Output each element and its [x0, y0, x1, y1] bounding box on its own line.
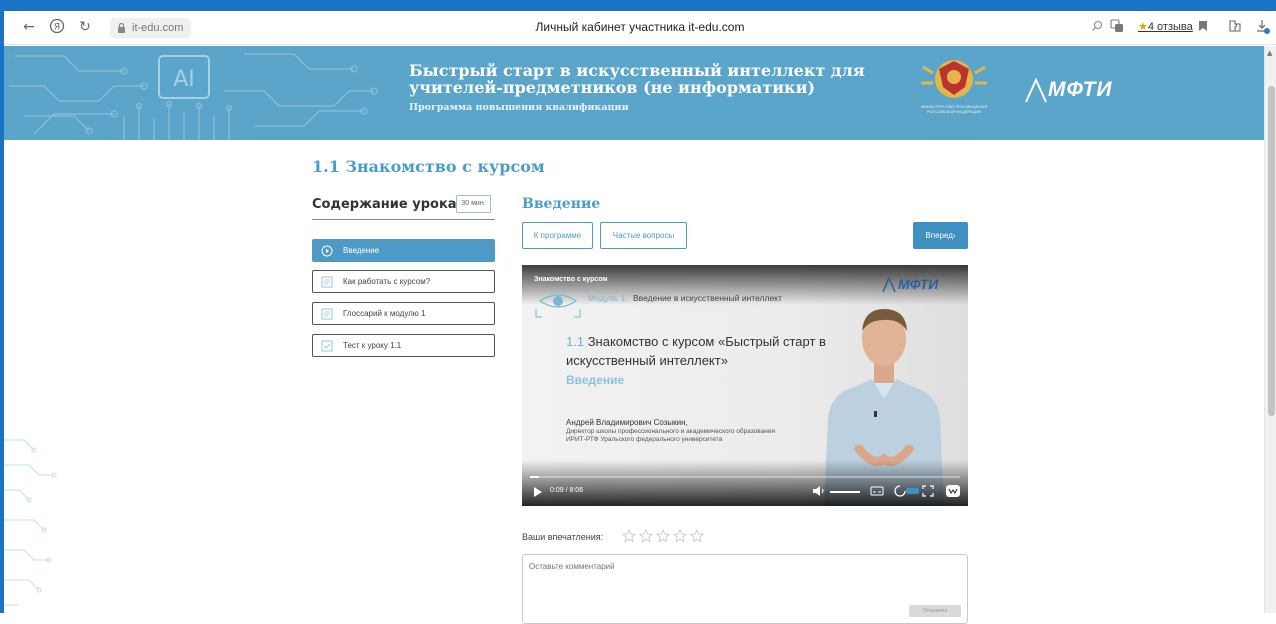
module-number: Модуль 1.	[588, 293, 628, 303]
document-icon	[321, 276, 333, 288]
scroll-thumb[interactable]	[1268, 86, 1275, 416]
video-subtitle: Введение	[566, 373, 625, 387]
star-icon[interactable]	[639, 529, 653, 543]
faq-button[interactable]: Частые вопросы	[600, 222, 687, 249]
downloads-icon[interactable]	[1254, 19, 1272, 37]
course-banner: AI Быстрый старт в искусственный интелле…	[4, 46, 1264, 140]
toc-item-label: Глоссарий к модулю 1	[343, 309, 426, 318]
ai-badge: AI	[173, 67, 195, 92]
toc-item-label: Введение	[343, 246, 380, 255]
course-title: Быстрый старт в искусственный интеллект …	[409, 61, 865, 97]
reviews-link[interactable]: ★4 отзыва	[1138, 20, 1193, 33]
toc-item-test[interactable]: Тест к уроку 1.1	[312, 334, 495, 357]
submit-comment-button[interactable]: Отправить	[909, 605, 961, 617]
toc-item-label: Как работать с курсом?	[343, 277, 431, 286]
course-subtitle: Программа повышения квалификации	[409, 102, 629, 113]
toc-item-how-to[interactable]: Как работать с курсом?	[312, 270, 495, 293]
module-name: Введение в искусственный интеллект	[633, 293, 782, 303]
speaker-role: Директор школы профессионального и акаде…	[566, 428, 776, 443]
star-icon: ★	[1138, 21, 1148, 33]
fullscreen-icon[interactable]	[922, 485, 934, 497]
star-icon[interactable]	[690, 529, 704, 543]
lesson-heading: 1.1 Знакомство с курсом	[312, 157, 545, 176]
browser-toolbar: ← Я ↻ it-edu.com Личный кабинет участник…	[4, 11, 1276, 45]
play-icon[interactable]	[533, 487, 543, 497]
toc-title: Содержание урока	[312, 197, 457, 212]
video-tag: Знакомство с курсом	[534, 276, 608, 283]
decorative-circuit-image	[4, 439, 57, 606]
subtitles-icon[interactable]	[870, 485, 884, 497]
video-title: 1.1 Знакомство с курсом «Быстрый старт в…	[566, 332, 826, 370]
bookmark-icon[interactable]	[1194, 19, 1212, 37]
speed-icon[interactable]	[894, 485, 920, 497]
section-title: Введение	[522, 196, 601, 212]
scroll-up-icon[interactable]: ▲	[1267, 49, 1272, 57]
mipt-logo-text: МФТИ	[1048, 78, 1113, 101]
video-time: 0:09 / 8:06	[550, 487, 584, 494]
divider	[312, 219, 495, 220]
page-scrollbar[interactable]: ▲	[1264, 46, 1276, 613]
ministry-emblem-icon	[921, 60, 987, 98]
checklist-icon	[321, 340, 333, 352]
next-button[interactable]: Вперед›	[913, 222, 968, 249]
eye-icon	[535, 294, 581, 318]
video-player[interactable]: Знакомство с курсом МФТИ Модуль 1. Введе…	[522, 265, 968, 506]
star-icon[interactable]	[656, 529, 670, 543]
play-circle-icon	[321, 245, 333, 257]
progress-fill	[530, 476, 539, 478]
translate-icon[interactable]	[1108, 19, 1126, 37]
mipt-logo-text: МФТИ	[898, 276, 939, 292]
document-icon	[321, 308, 333, 320]
toc-item-intro[interactable]: Введение	[312, 239, 495, 262]
extensions-icon[interactable]	[1226, 19, 1244, 37]
page-title: Личный кабинет участника it-edu.com	[535, 20, 745, 34]
title-text: Знакомство с курсом «Быстрый старт в иск…	[566, 334, 826, 368]
rating-label: Ваши впечатления:	[522, 532, 604, 542]
star-icon[interactable]	[673, 529, 687, 543]
volume-icon[interactable]	[812, 485, 826, 497]
comment-field[interactable]	[522, 554, 968, 624]
ministry-caption: МИНИСТЕРСТВО ПРОСВЕЩЕНИЯ РОССИЙСКОЙ ФЕДЕ…	[920, 104, 988, 114]
speaker-name: Андрей Владимирович Созыкин,	[566, 418, 688, 427]
mipt-logo: МФТИ	[1024, 76, 1112, 110]
vk-logo-icon[interactable]	[946, 485, 960, 497]
title-number: 1.1	[566, 334, 585, 349]
circuit-pattern-image: AI	[9, 53, 378, 140]
search-icon[interactable]	[1088, 19, 1106, 37]
toc-item-label: Тест к уроку 1.1	[343, 341, 402, 350]
volume-slider[interactable]	[830, 491, 860, 493]
to-program-button[interactable]: К программе	[522, 222, 593, 249]
progress-bar[interactable]	[530, 476, 960, 478]
controls-overlay	[522, 460, 968, 506]
star-icon[interactable]	[622, 529, 636, 543]
duration-badge: 30 мин.	[456, 195, 491, 213]
toc-item-glossary[interactable]: Глоссарий к модулю 1	[312, 302, 495, 325]
mipt-logo: МФТИ	[882, 276, 938, 298]
reviews-text: 4 отзыва	[1147, 21, 1193, 33]
